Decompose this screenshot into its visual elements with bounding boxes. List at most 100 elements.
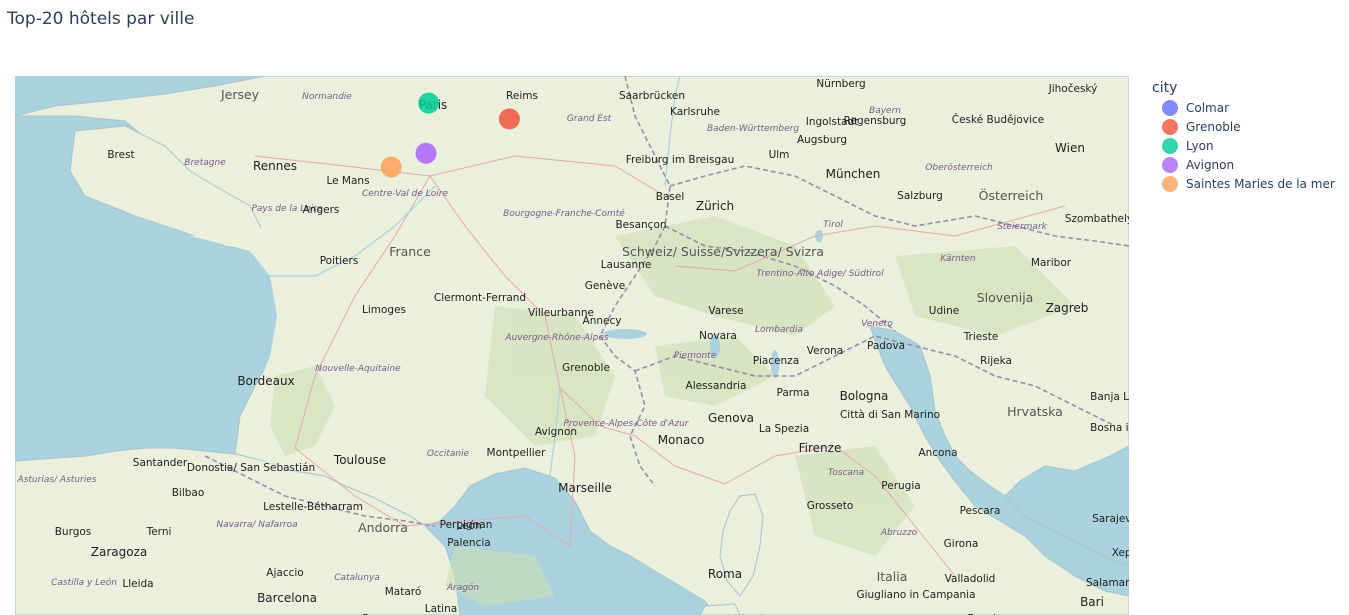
map-label: Padova — [867, 340, 905, 352]
chart-title: Top-20 hôtels par ville — [7, 9, 195, 29]
map-label: Abruzzo — [880, 528, 918, 538]
map-label: Le Mans — [326, 175, 369, 187]
map-label: Zaragoza — [91, 545, 147, 559]
map-label: Terni — [146, 526, 172, 538]
map-label: Tirol — [823, 220, 843, 230]
legend-item[interactable]: Saintes Maries de la mer — [1152, 174, 1335, 193]
hotel-marker[interactable] — [415, 142, 437, 164]
map-label: Bourgogne-Franche-Comté — [503, 208, 625, 219]
map-label: Schweiz/ Suisse/Svizzera/ Svizra — [622, 244, 824, 259]
map-label: Piacenza — [753, 355, 799, 367]
map-label: Toulouse — [333, 453, 386, 467]
map-label: Grenoble — [562, 362, 610, 374]
map-label: Zagreb — [1046, 301, 1089, 315]
legend-marker-icon — [1162, 118, 1178, 135]
map-label: Hrvatska — [1007, 404, 1063, 419]
map-label: Alessandria — [686, 380, 747, 392]
map-label: France — [389, 244, 431, 259]
legend-title: city — [1152, 80, 1178, 96]
map-label: České Budějovice — [952, 113, 1044, 126]
map-label: Occitanie — [427, 449, 470, 459]
map-label: Slovenija — [977, 290, 1034, 305]
map-label: Nürnberg — [816, 78, 865, 90]
basemap[interactable]: JerseyParisReimsSaarbrückenNürnbergJihoč… — [15, 76, 1129, 615]
map-label: Castilla y León — [51, 577, 117, 588]
map-label: Steiermark — [997, 222, 1047, 232]
map-label: Augsburg — [797, 134, 847, 146]
map-label: La Spezia — [759, 423, 809, 435]
map-label: Giugliano in Campania — [856, 589, 975, 601]
map-label: Rijeka — [980, 355, 1012, 367]
map-label: Santander — [133, 457, 188, 469]
legend-item[interactable]: Colmar — [1152, 98, 1335, 117]
map-label: Grand Est — [567, 114, 612, 124]
map-label: Veneto — [861, 319, 893, 329]
map-label: Latina — [425, 603, 457, 615]
map-label: Freiburg im Breisgau — [626, 154, 735, 166]
legend-item[interactable]: Avignon — [1152, 155, 1335, 174]
map-label: Roma — [708, 567, 742, 581]
map-label: Montpellier — [487, 447, 547, 459]
map-label: Lausanne — [601, 259, 652, 271]
map[interactable]: JerseyParisReimsSaarbrückenNürnbergJihoč… — [15, 76, 1129, 615]
map-label: Zürich — [696, 199, 734, 213]
map-label: Genova — [708, 411, 754, 425]
map-label: Auvergne-Rhône-Alpes — [504, 332, 608, 343]
map-label: Pescara — [960, 505, 1001, 517]
map-label: Basel — [656, 191, 685, 203]
map-label: Catalunya — [334, 573, 380, 583]
map-label: Marseille — [558, 481, 612, 495]
map-label: Varese — [708, 305, 743, 317]
map-label: Donostia/ San Sebastián — [187, 462, 315, 474]
map-label: Karlsruhe — [670, 106, 720, 118]
map-label: Besançon — [615, 219, 666, 231]
map-label: Trieste — [963, 331, 999, 343]
map-label: Andorra — [358, 520, 408, 535]
map-label: Novara — [699, 330, 737, 342]
map-label: Lleida — [122, 578, 153, 590]
map-label: Parma — [776, 387, 809, 399]
map-label: Poitiers — [320, 255, 359, 267]
map-label: Lestelle-Bétharram — [263, 501, 363, 513]
map-label: Regensburg — [844, 115, 907, 127]
map-label: Bordeaux — [237, 374, 294, 388]
map-label: Jersey — [220, 87, 260, 102]
legend-item[interactable]: Grenoble — [1152, 117, 1335, 136]
legend-marker-icon — [1162, 99, 1178, 116]
legend-item[interactable]: Lyon — [1152, 136, 1335, 155]
map-label: Wien — [1055, 141, 1085, 155]
map-label: Clermont-Ferrand — [434, 292, 526, 304]
map-label: Brest — [107, 149, 134, 161]
map-label: Italia — [877, 569, 908, 584]
hotel-marker[interactable] — [498, 108, 520, 130]
map-label: Asturias/ Asturies — [17, 475, 97, 485]
map-label: Bosna i H — [1090, 422, 1129, 434]
map-label: Ancona — [918, 447, 957, 459]
map-label: Toscana — [828, 468, 864, 478]
legend-marker-icon — [1162, 137, 1178, 154]
map-label: Xepu — [1112, 547, 1129, 559]
map-label: Österreich — [979, 187, 1044, 203]
hotel-marker[interactable] — [380, 156, 402, 178]
map-label: Oberösterreich — [925, 163, 993, 173]
map-label: Perugia — [881, 480, 920, 492]
legend-marker-icon — [1162, 156, 1178, 173]
map-label: Valladolid — [945, 573, 996, 585]
legend-marker-icon — [1162, 175, 1178, 192]
map-label: Reims — [506, 90, 538, 102]
map-label: Centre-Val de Loire — [362, 189, 448, 199]
hotel-marker[interactable] — [418, 92, 440, 114]
map-label: Bretagne — [184, 158, 226, 168]
map-label: Bayern — [869, 106, 901, 116]
map-label: Grosseto — [807, 500, 854, 512]
legend: city Colmar Grenoble Lyon Avignon Saintes Ma… — [1152, 80, 1335, 193]
map-label: Banja Luka — [1090, 391, 1129, 403]
map-label: Città di San Marino — [840, 409, 940, 421]
map-label: Palencia — [447, 537, 490, 549]
map-label: Trentino-Alto Adige/ Südtirol — [756, 269, 884, 279]
legend-label: Saintes Maries de la mer — [1186, 176, 1335, 191]
map-label: Nouvelle-Aquitaine — [315, 364, 401, 374]
map-label: Girona — [944, 538, 979, 550]
map-label: Burgos — [55, 526, 92, 538]
map-label: Sarajevo — [1092, 513, 1129, 525]
